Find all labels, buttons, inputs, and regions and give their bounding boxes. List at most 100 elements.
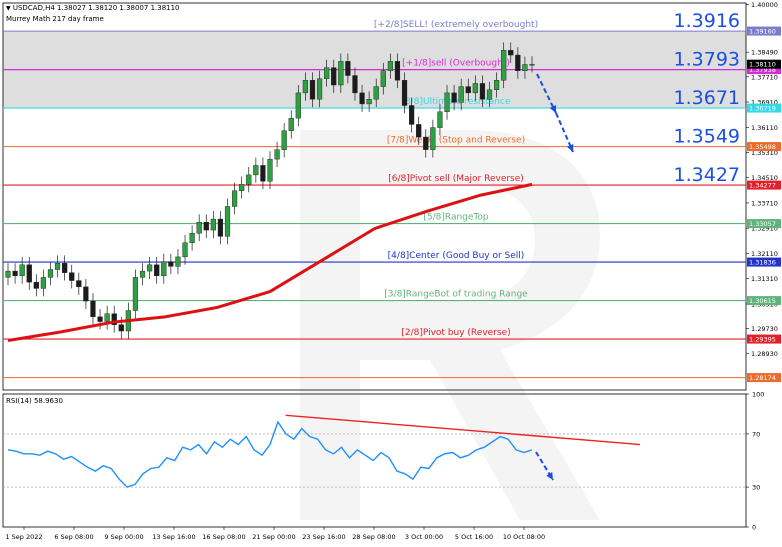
candle-body	[76, 280, 82, 288]
candle-body	[522, 64, 528, 72]
candle-body	[274, 149, 280, 160]
candle-body	[465, 86, 471, 94]
big-level-label: 1.3793	[674, 49, 740, 71]
price-tick-label: 1.29730	[751, 325, 778, 333]
candle-body	[345, 61, 351, 76]
candle-body	[139, 270, 146, 278]
candle-body	[416, 124, 422, 138]
candle-body	[281, 130, 287, 150]
level-price-text: 1.34277	[749, 182, 776, 190]
time-tick-label: 1 Sep 2022	[5, 533, 42, 541]
candle-body	[33, 281, 39, 289]
candle-body	[182, 242, 188, 258]
candle-body	[359, 92, 365, 105]
candle-body	[472, 83, 478, 94]
candle-body	[324, 67, 330, 79]
time-tick-label: 16 Sep 08:00	[202, 533, 245, 541]
candle-body	[409, 105, 415, 125]
level-price-text: 1.39160	[749, 28, 776, 36]
level-price-text: 1.36719	[749, 105, 776, 113]
candle-body	[253, 165, 259, 176]
candle-body	[210, 218, 216, 231]
candle-body	[168, 261, 174, 267]
candle-body	[401, 80, 408, 106]
watermark-logo	[300, 130, 600, 520]
time-tick-label: 10 Oct 08:00	[503, 533, 545, 541]
time-tick-label: 21 Sep 00:00	[252, 533, 295, 541]
candle-body	[479, 83, 486, 100]
rsi-tick-label: 100	[752, 391, 764, 399]
level-price-text: 1.33057	[749, 220, 776, 228]
rsi-tick-label: 70	[752, 430, 760, 438]
candle-body	[451, 92, 457, 103]
price-tick-label: 1.28930	[751, 350, 778, 358]
candle-body	[40, 277, 47, 289]
time-tick-label: 6 Sep 08:00	[54, 533, 93, 541]
rsi-tick-label: 30	[752, 484, 760, 492]
candle-body	[352, 75, 358, 94]
candle-body	[217, 218, 224, 237]
candle-body	[224, 206, 231, 237]
candle-body	[62, 263, 68, 273]
candle-body	[437, 111, 443, 128]
big-level-label: 1.3916	[674, 10, 740, 32]
time-tick-label: 5 Oct 16:00	[455, 533, 493, 541]
candle-body	[508, 50, 514, 56]
time-tick-label: 28 Sep 08:00	[352, 533, 395, 541]
price-tick-label: 1.37710	[751, 73, 778, 81]
candle-body	[19, 264, 25, 277]
level-price-text: 1.29395	[749, 336, 776, 344]
candle-body	[118, 324, 124, 332]
candle-body	[387, 61, 393, 72]
murrey-level-label: [+1/8]sell (Overbought)	[402, 59, 510, 69]
candle-body	[260, 165, 266, 182]
candle-body	[366, 98, 372, 105]
murrey-level-label: [4/8]Center (Good Buy or Sell)	[388, 251, 525, 261]
candle-body	[493, 80, 500, 90]
candle-body	[267, 158, 273, 182]
candle-body	[12, 270, 18, 277]
candle-body	[430, 127, 436, 150]
candle-body	[132, 277, 139, 311]
candle-body	[331, 67, 337, 86]
murrey-level-label: [6/8]Pivot sell (Major Reverse)	[388, 174, 524, 184]
candle-body	[316, 78, 323, 100]
time-tick-label: 9 Sep 00:00	[104, 533, 143, 541]
candle-body	[309, 80, 316, 100]
candle-body	[295, 92, 301, 119]
candle-body	[288, 117, 294, 131]
price-tick-label: 1.38490	[751, 49, 778, 57]
murrey-level-label: [3/8]RangeBot of trading Range	[384, 290, 528, 300]
candle-body	[338, 61, 344, 86]
candle-body	[189, 233, 195, 243]
candle-body	[373, 86, 379, 100]
candle-body	[444, 92, 450, 113]
murrey-level-label: [5/8]RangeTop	[423, 213, 489, 223]
candle-body	[147, 264, 153, 272]
time-tick-label: 23 Sep 16:00	[302, 533, 345, 541]
price-chart[interactable]: 1.400001.384901.377101.369101.361101.353…	[0, 0, 782, 547]
time-tick-label: 13 Sep 16:00	[152, 533, 195, 541]
candle-body	[246, 174, 252, 185]
candle-body	[458, 86, 464, 103]
candle-body	[54, 263, 61, 270]
big-level-label: 1.3671	[674, 87, 740, 109]
level-price-text: 1.31836	[749, 259, 776, 267]
candle-body	[231, 190, 238, 207]
big-level-label: 1.3427	[674, 164, 740, 186]
candle-body	[26, 264, 32, 283]
candle-body	[5, 270, 11, 278]
candle-body	[154, 264, 160, 277]
candle-body	[515, 54, 521, 72]
rsi-label: RSI(14) 58.9630	[6, 397, 63, 405]
level-price-text: 1.30615	[749, 297, 776, 305]
candle-body	[104, 313, 110, 322]
big-level-label: 1.3549	[674, 126, 740, 148]
candle-body	[90, 300, 96, 318]
candle-body	[302, 80, 309, 94]
level-price-text: 1.28174	[749, 374, 776, 382]
time-tick-label: 3 Oct 00:00	[405, 533, 443, 541]
candle-body	[486, 89, 493, 100]
candle-body	[380, 70, 386, 87]
candle-body	[423, 136, 429, 150]
